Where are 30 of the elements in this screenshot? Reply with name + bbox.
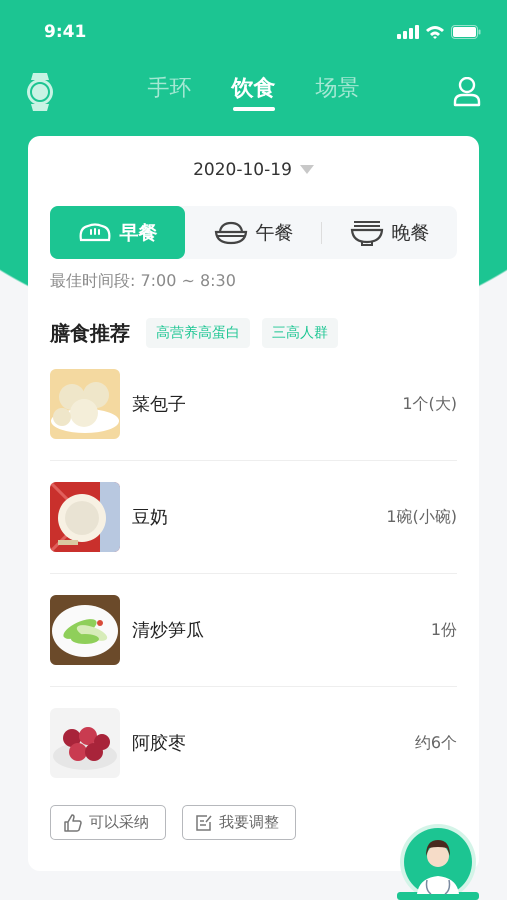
doctor-avatar[interactable]: [397, 822, 479, 900]
food-amount: 1个(大): [402, 394, 457, 414]
noodle-bowl-icon: [350, 218, 384, 246]
date-picker[interactable]: 2020-10-19: [193, 160, 314, 180]
meal-tab[interactable]: 午餐: [186, 206, 321, 259]
rice-bowl-icon: [214, 220, 248, 246]
watch-icon[interactable]: [26, 73, 54, 111]
battery-icon: [451, 25, 481, 39]
food-name: 菜包子: [132, 393, 187, 416]
food-name: 清炒笋瓜: [132, 619, 205, 642]
wifi-icon: [425, 25, 445, 39]
best-time-text: 最佳时间段: 7:00 ~ 8:30: [50, 271, 237, 292]
food-name: 阿胶枣: [132, 732, 187, 755]
profile-icon[interactable]: [453, 77, 481, 107]
tag: 三高人群: [262, 318, 338, 348]
adjust-button[interactable]: 我要调整: [182, 805, 296, 840]
thumbs-up-icon: [63, 812, 83, 832]
edit-icon: [195, 814, 213, 832]
accept-button[interactable]: 可以采纳: [50, 805, 166, 840]
section-title: 膳食推荐: [50, 320, 130, 346]
food-amount: 1碗(小碗): [386, 506, 457, 528]
food-amount: 约6个: [414, 732, 457, 754]
food-name: 豆奶: [132, 506, 169, 529]
bread-icon: [78, 222, 112, 244]
status-time: 9:41: [44, 22, 86, 42]
food-amount: 1份: [430, 620, 457, 640]
tag: 高营养高蛋白: [146, 318, 250, 348]
dropdown-icon: [300, 165, 314, 175]
signal-icon: [397, 25, 419, 39]
meal-tab[interactable]: 晚餐: [322, 206, 457, 259]
